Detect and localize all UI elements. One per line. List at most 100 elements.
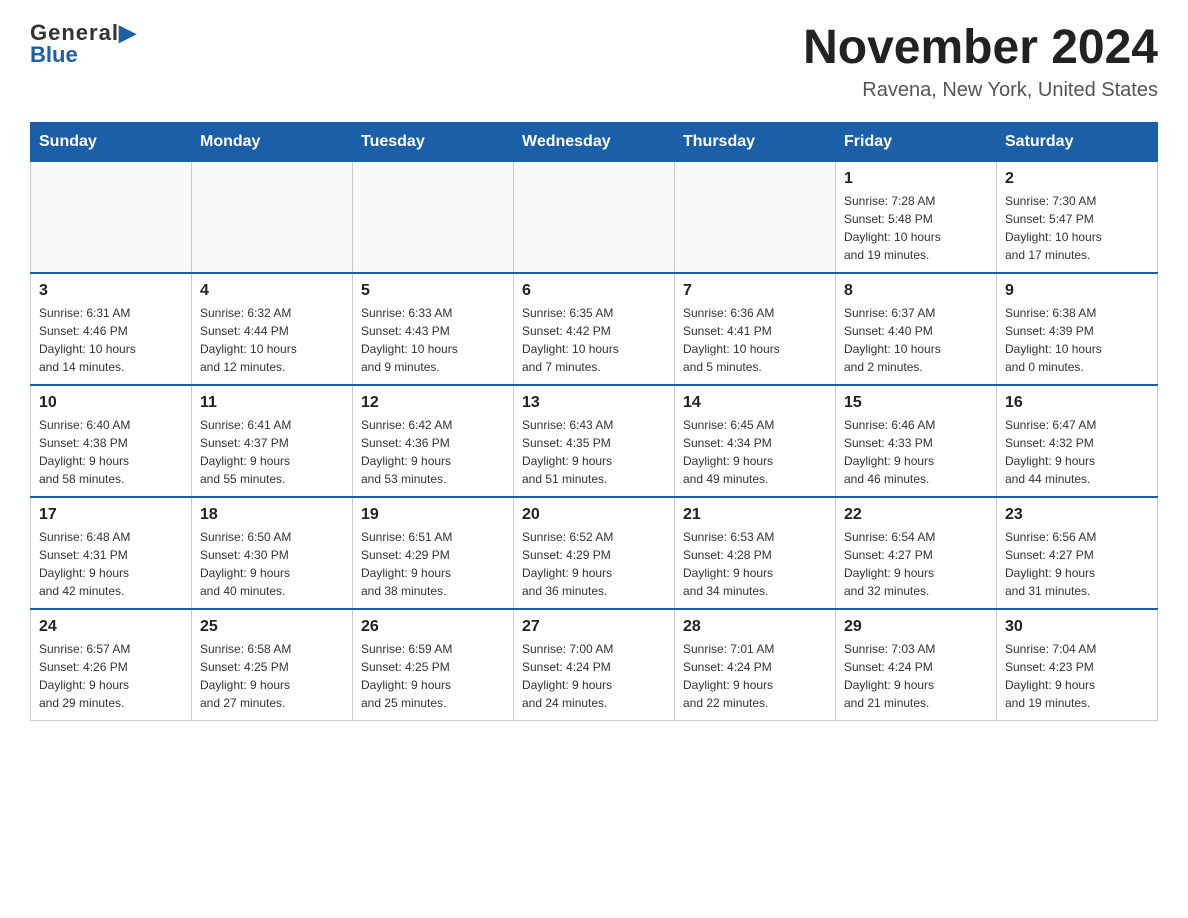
day-number: 10 [39, 394, 183, 412]
day-cell: 6 Sunrise: 6:35 AM Sunset: 4:42 PM Daylig… [514, 273, 675, 385]
day-cell [353, 162, 514, 274]
day-info: Sunrise: 6:52 AM Sunset: 4:29 PM Dayligh… [522, 528, 666, 600]
day-info: Sunrise: 6:32 AM Sunset: 4:44 PM Dayligh… [200, 304, 344, 376]
day-cell: 25 Sunrise: 6:58 AM Sunset: 4:25 PM Dayli… [192, 609, 353, 721]
day-cell: 5 Sunrise: 6:33 AM Sunset: 4:43 PM Daylig… [353, 273, 514, 385]
day-info: Sunrise: 7:03 AM Sunset: 4:24 PM Dayligh… [844, 640, 988, 712]
day-cell: 8 Sunrise: 6:37 AM Sunset: 4:40 PM Daylig… [836, 273, 997, 385]
day-cell [514, 162, 675, 274]
day-cell: 17 Sunrise: 6:48 AM Sunset: 4:31 PM Dayli… [31, 497, 192, 609]
week-row-3: 10 Sunrise: 6:40 AM Sunset: 4:38 PM Dayli… [31, 385, 1158, 497]
day-cell: 11 Sunrise: 6:41 AM Sunset: 4:37 PM Dayli… [192, 385, 353, 497]
location-text: Ravena, New York, United States [803, 79, 1158, 102]
day-cell: 4 Sunrise: 6:32 AM Sunset: 4:44 PM Daylig… [192, 273, 353, 385]
day-info: Sunrise: 6:40 AM Sunset: 4:38 PM Dayligh… [39, 416, 183, 488]
day-cell: 2 Sunrise: 7:30 AM Sunset: 5:47 PM Daylig… [997, 162, 1158, 274]
col-friday: Friday [836, 123, 997, 162]
day-number: 8 [844, 282, 988, 300]
day-info: Sunrise: 6:41 AM Sunset: 4:37 PM Dayligh… [200, 416, 344, 488]
day-info: Sunrise: 7:00 AM Sunset: 4:24 PM Dayligh… [522, 640, 666, 712]
day-number: 22 [844, 506, 988, 524]
day-number: 3 [39, 282, 183, 300]
day-info: Sunrise: 6:36 AM Sunset: 4:41 PM Dayligh… [683, 304, 827, 376]
day-number: 4 [200, 282, 344, 300]
day-info: Sunrise: 7:28 AM Sunset: 5:48 PM Dayligh… [844, 192, 988, 264]
day-cell: 24Sunrise: 6:57 AM Sunset: 4:26 PM Dayli… [31, 609, 192, 721]
day-cell: 22Sunrise: 6:54 AM Sunset: 4:27 PM Dayli… [836, 497, 997, 609]
day-cell: 19 Sunrise: 6:51 AM Sunset: 4:29 PM Dayli… [353, 497, 514, 609]
day-number: 2 [1005, 170, 1149, 188]
day-number: 11 [200, 394, 344, 412]
day-cell: 18Sunrise: 6:50 AM Sunset: 4:30 PM Dayli… [192, 497, 353, 609]
day-info: Sunrise: 6:56 AM Sunset: 4:27 PM Dayligh… [1005, 528, 1149, 600]
col-monday: Monday [192, 123, 353, 162]
day-cell: 3Sunrise: 6:31 AM Sunset: 4:46 PM Daylig… [31, 273, 192, 385]
day-info: Sunrise: 6:47 AM Sunset: 4:32 PM Dayligh… [1005, 416, 1149, 488]
day-info: Sunrise: 6:58 AM Sunset: 4:25 PM Dayligh… [200, 640, 344, 712]
day-number: 30 [1005, 618, 1149, 636]
calendar-header-row: Sunday Monday Tuesday Wednesday Thursday… [31, 123, 1158, 162]
day-cell: 12 Sunrise: 6:42 AM Sunset: 4:36 PM Dayli… [353, 385, 514, 497]
day-number: 9 [1005, 282, 1149, 300]
day-info: Sunrise: 6:43 AM Sunset: 4:35 PM Dayligh… [522, 416, 666, 488]
week-row-5: 24Sunrise: 6:57 AM Sunset: 4:26 PM Dayli… [31, 609, 1158, 721]
page-header: General▶ Blue November 2024 Ravena, New … [30, 20, 1158, 102]
day-number: 12 [361, 394, 505, 412]
day-number: 6 [522, 282, 666, 300]
day-cell: 13Sunrise: 6:43 AM Sunset: 4:35 PM Dayli… [514, 385, 675, 497]
day-number: 15 [844, 394, 988, 412]
day-info: Sunrise: 6:57 AM Sunset: 4:26 PM Dayligh… [39, 640, 183, 712]
day-number: 5 [361, 282, 505, 300]
logo-blue-text: Blue [30, 42, 78, 68]
day-info: Sunrise: 6:38 AM Sunset: 4:39 PM Dayligh… [1005, 304, 1149, 376]
day-number: 20 [522, 506, 666, 524]
day-cell [192, 162, 353, 274]
day-cell: 20 Sunrise: 6:52 AM Sunset: 4:29 PM Dayli… [514, 497, 675, 609]
week-row-1: 1Sunrise: 7:28 AM Sunset: 5:48 PM Daylig… [31, 162, 1158, 274]
week-row-4: 17 Sunrise: 6:48 AM Sunset: 4:31 PM Dayli… [31, 497, 1158, 609]
col-sunday: Sunday [31, 123, 192, 162]
day-info: Sunrise: 6:33 AM Sunset: 4:43 PM Dayligh… [361, 304, 505, 376]
logo-triangle-icon: ▶ [119, 20, 137, 45]
day-number: 21 [683, 506, 827, 524]
calendar-table: Sunday Monday Tuesday Wednesday Thursday… [30, 122, 1158, 721]
day-cell [31, 162, 192, 274]
day-number: 14 [683, 394, 827, 412]
day-cell: 7 Sunrise: 6:36 AM Sunset: 4:41 PM Daylig… [675, 273, 836, 385]
day-number: 25 [200, 618, 344, 636]
month-title: November 2024 [803, 20, 1158, 75]
day-cell: 23 Sunrise: 6:56 AM Sunset: 4:27 PM Dayli… [997, 497, 1158, 609]
week-row-2: 3Sunrise: 6:31 AM Sunset: 4:46 PM Daylig… [31, 273, 1158, 385]
day-info: Sunrise: 6:42 AM Sunset: 4:36 PM Dayligh… [361, 416, 505, 488]
day-cell [675, 162, 836, 274]
day-cell: 10 Sunrise: 6:40 AM Sunset: 4:38 PM Dayli… [31, 385, 192, 497]
col-wednesday: Wednesday [514, 123, 675, 162]
day-number: 7 [683, 282, 827, 300]
day-cell: 30 Sunrise: 7:04 AM Sunset: 4:23 PM Dayli… [997, 609, 1158, 721]
day-info: Sunrise: 7:04 AM Sunset: 4:23 PM Dayligh… [1005, 640, 1149, 712]
day-info: Sunrise: 6:48 AM Sunset: 4:31 PM Dayligh… [39, 528, 183, 600]
day-cell: 9 Sunrise: 6:38 AM Sunset: 4:39 PM Daylig… [997, 273, 1158, 385]
day-info: Sunrise: 6:51 AM Sunset: 4:29 PM Dayligh… [361, 528, 505, 600]
day-cell: 16Sunrise: 6:47 AM Sunset: 4:32 PM Dayli… [997, 385, 1158, 497]
day-info: Sunrise: 6:50 AM Sunset: 4:30 PM Dayligh… [200, 528, 344, 600]
day-number: 26 [361, 618, 505, 636]
day-info: Sunrise: 6:53 AM Sunset: 4:28 PM Dayligh… [683, 528, 827, 600]
day-number: 17 [39, 506, 183, 524]
col-tuesday: Tuesday [353, 123, 514, 162]
day-cell: 21 Sunrise: 6:53 AM Sunset: 4:28 PM Dayli… [675, 497, 836, 609]
day-number: 23 [1005, 506, 1149, 524]
day-info: Sunrise: 7:30 AM Sunset: 5:47 PM Dayligh… [1005, 192, 1149, 264]
day-number: 19 [361, 506, 505, 524]
day-info: Sunrise: 6:35 AM Sunset: 4:42 PM Dayligh… [522, 304, 666, 376]
day-info: Sunrise: 6:37 AM Sunset: 4:40 PM Dayligh… [844, 304, 988, 376]
day-cell: 28Sunrise: 7:01 AM Sunset: 4:24 PM Dayli… [675, 609, 836, 721]
day-cell: 29Sunrise: 7:03 AM Sunset: 4:24 PM Dayli… [836, 609, 997, 721]
col-thursday: Thursday [675, 123, 836, 162]
title-area: November 2024 Ravena, New York, United S… [803, 20, 1158, 102]
day-info: Sunrise: 6:59 AM Sunset: 4:25 PM Dayligh… [361, 640, 505, 712]
day-cell: 15Sunrise: 6:46 AM Sunset: 4:33 PM Dayli… [836, 385, 997, 497]
logo: General▶ Blue [30, 20, 137, 68]
day-cell: 27Sunrise: 7:00 AM Sunset: 4:24 PM Dayli… [514, 609, 675, 721]
day-cell: 1Sunrise: 7:28 AM Sunset: 5:48 PM Daylig… [836, 162, 997, 274]
